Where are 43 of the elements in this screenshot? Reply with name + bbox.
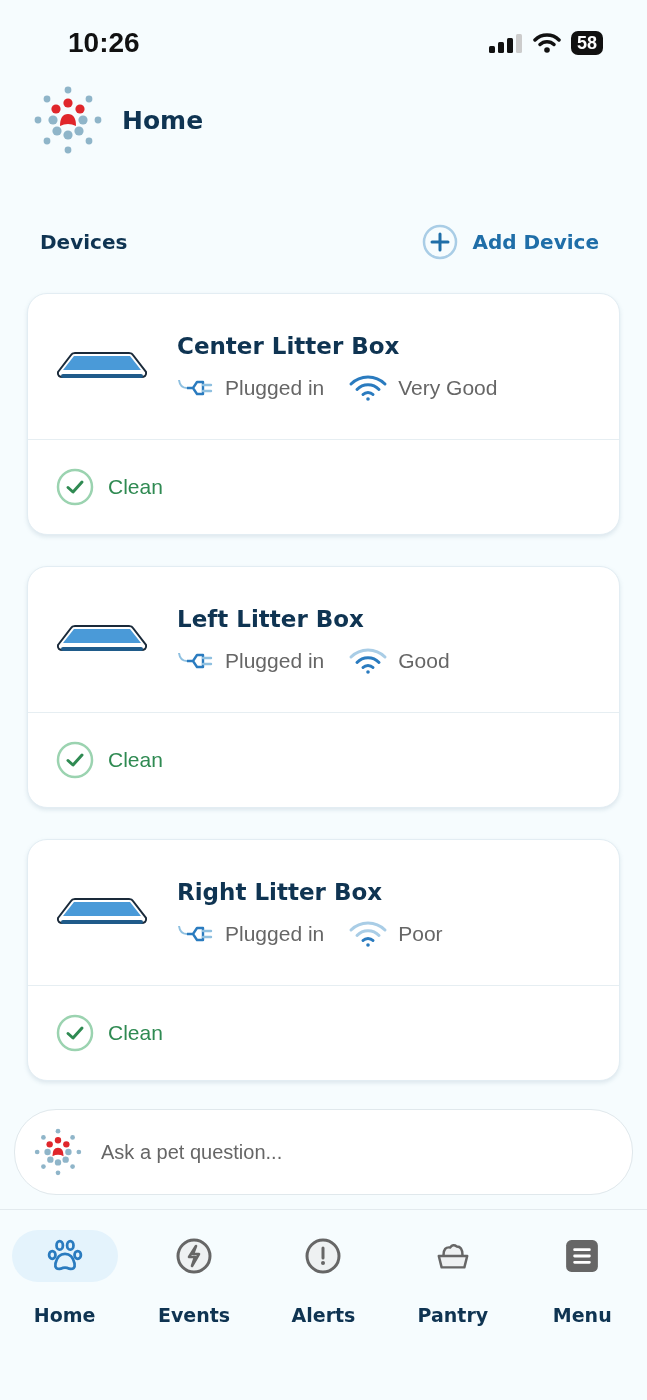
ask-bar[interactable]: Ask a pet question... — [14, 1109, 633, 1195]
page-title: Home — [122, 105, 204, 135]
wifi-signal-icon — [348, 647, 389, 674]
wifi-signal-icon — [348, 920, 389, 947]
ask-input[interactable]: Ask a pet question... — [99, 1139, 632, 1165]
wifi-strength: Poor — [398, 921, 443, 946]
device-name: Center Litter Box — [177, 332, 401, 359]
status-time: 10:26 — [68, 27, 140, 59]
device-name: Left Litter Box — [177, 605, 365, 632]
nav-tab[interactable]: Events — [139, 1230, 250, 1326]
section-title: Devices — [40, 230, 128, 254]
nav-tab[interactable]: Alerts — [268, 1230, 379, 1326]
check-circle-icon — [56, 468, 94, 506]
plus-icon — [422, 224, 459, 260]
device-status: Clean — [108, 748, 163, 772]
device-name: Right Litter Box — [177, 878, 384, 905]
device-status: Clean — [108, 475, 163, 499]
nav-tab[interactable]: Menu — [527, 1230, 638, 1326]
wifi-strength: Good — [398, 648, 450, 673]
device-status: Clean — [108, 1021, 163, 1045]
litter-box-icon — [55, 622, 149, 653]
lightning-icon — [176, 1238, 213, 1274]
device-card[interactable]: Right Litter Box Plugged in Poor Clean — [27, 839, 620, 1081]
battery-indicator: 58 — [570, 31, 603, 55]
litter-box-icon — [55, 895, 149, 926]
alert-icon — [305, 1238, 342, 1274]
device-card[interactable]: Center Litter Box Plugged in Very Good Clean — [27, 293, 620, 535]
paw-logo-icon — [32, 84, 104, 156]
wifi-icon — [532, 33, 561, 53]
wifi-strength: Very Good — [398, 375, 498, 400]
power-status: Plugged in — [225, 648, 325, 673]
check-circle-icon — [56, 741, 94, 779]
device-card[interactable]: Left Litter Box Plugged in Good Clean — [27, 566, 620, 808]
cellular-signal-icon — [488, 33, 523, 53]
power-status: Plugged in — [225, 375, 325, 400]
paw-logo-icon — [33, 1127, 83, 1177]
check-circle-icon — [56, 1014, 94, 1052]
litter-box-icon — [55, 349, 149, 380]
nav-tab[interactable]: Pantry — [397, 1230, 508, 1326]
add-device-button[interactable]: Add Device — [422, 224, 599, 260]
wifi-signal-icon — [348, 374, 389, 401]
menu-icon — [564, 1238, 601, 1274]
power-status: Plugged in — [225, 921, 325, 946]
